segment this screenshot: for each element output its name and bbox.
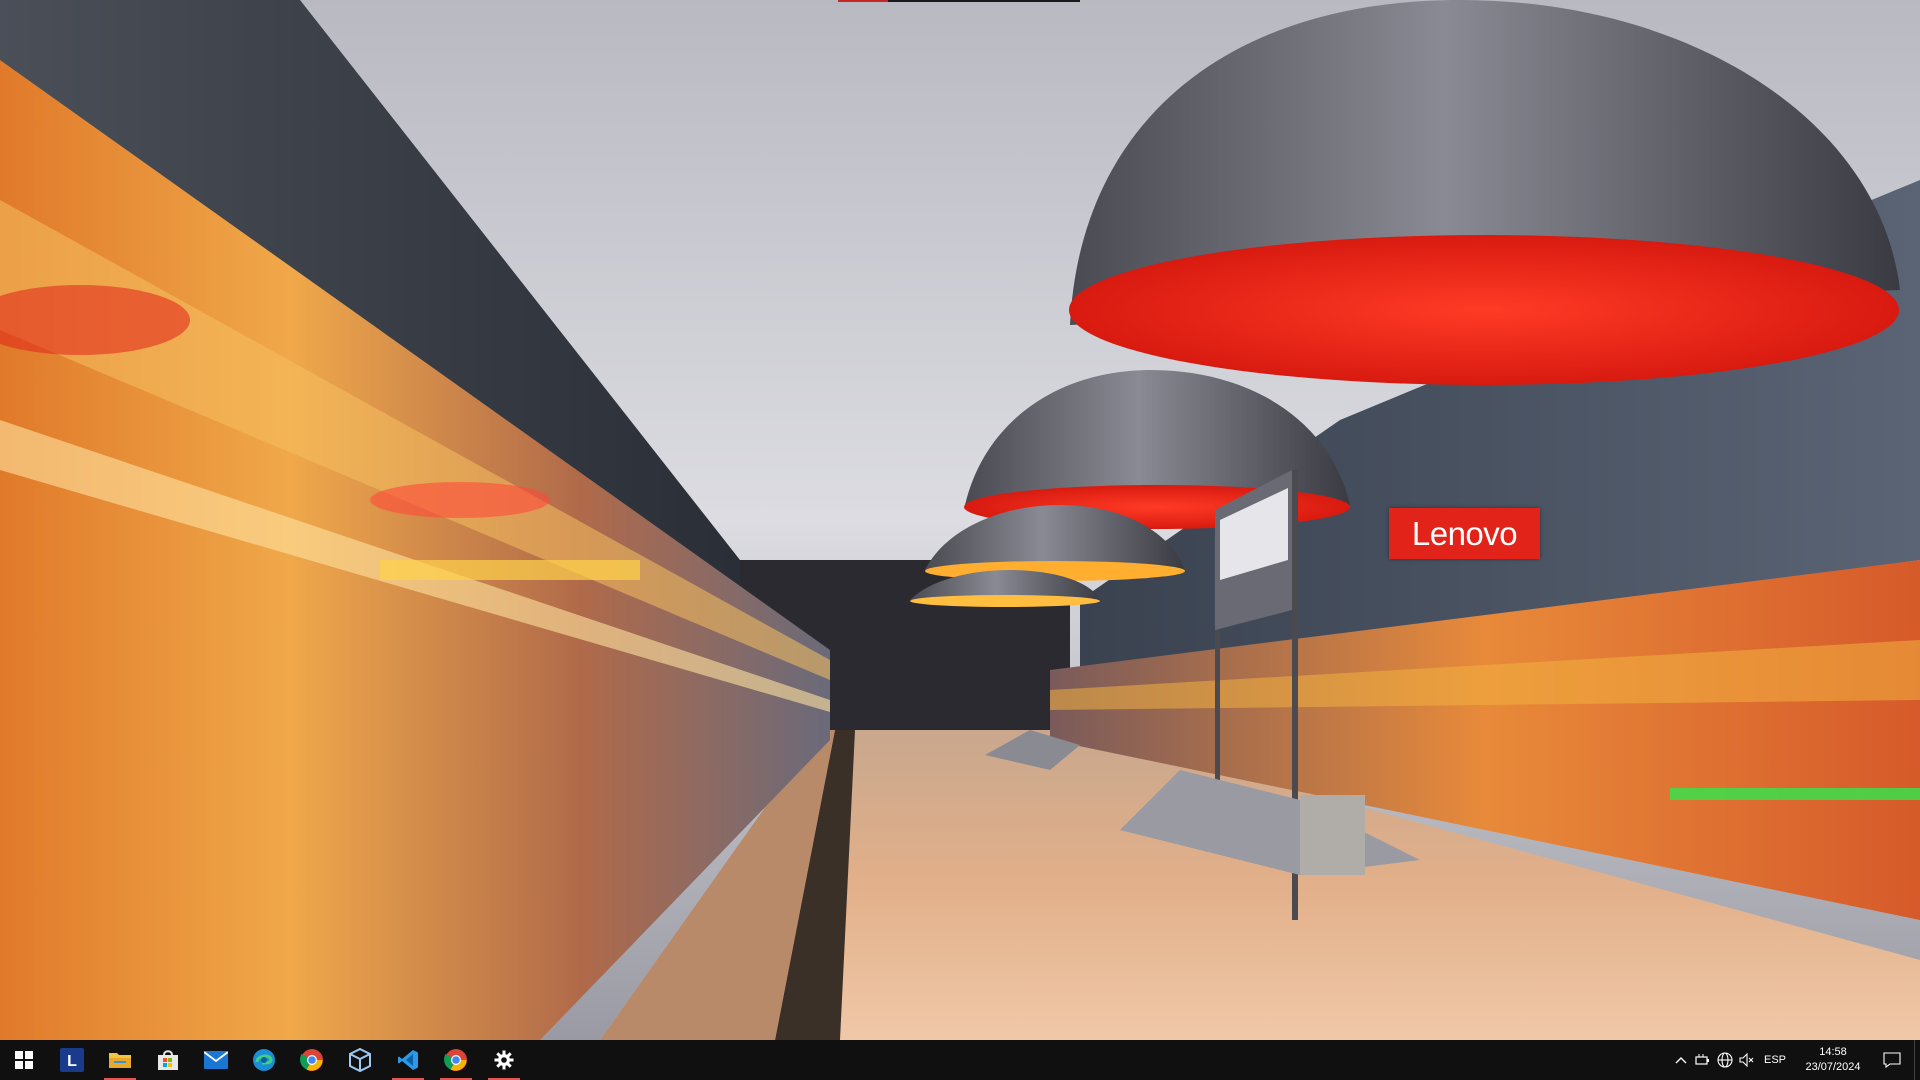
taskbar-app-vscode[interactable] — [384, 1040, 432, 1080]
system-tray: ESP 14:58 23/07/2024 — [1670, 1040, 1920, 1080]
mail-icon — [204, 1051, 228, 1069]
svg-text:L: L — [67, 1053, 77, 1070]
volume-tray-button[interactable] — [1736, 1040, 1758, 1080]
chevron-up-icon — [1675, 1057, 1687, 1064]
chrome-icon — [300, 1049, 323, 1071]
battery-plug-icon — [1695, 1054, 1709, 1065]
taskbar-clock[interactable]: 14:58 23/07/2024 — [1796, 1045, 1870, 1075]
lenovo-l-icon: L — [60, 1048, 84, 1072]
taskbar-app-edge[interactable] — [240, 1040, 288, 1080]
notification-icon — [1883, 1052, 1901, 1068]
edge-icon — [253, 1049, 275, 1071]
folder-icon — [109, 1053, 131, 1068]
start-button[interactable] — [0, 1040, 48, 1080]
globe-icon — [1717, 1052, 1733, 1068]
speaker-muted-icon — [1739, 1053, 1754, 1067]
top-drag-indicator — [838, 0, 1080, 2]
input-language-indicator[interactable]: ESP — [1758, 1054, 1796, 1066]
vscode-icon — [398, 1050, 418, 1070]
wallpaper-scene — [0, 0, 1920, 1040]
taskbar-app-chrome[interactable] — [288, 1040, 336, 1080]
taskbar-app-microsoft-store[interactable] — [144, 1040, 192, 1080]
taskbar-app-mail[interactable] — [192, 1040, 240, 1080]
taskbar: L ESP 14:58 23/07/2024 — [0, 1040, 1920, 1080]
taskbar-app-lenovo-vantage[interactable]: L — [48, 1040, 96, 1080]
taskbar-app-virtualbox[interactable] — [336, 1040, 384, 1080]
taskbar-app-settings[interactable] — [480, 1040, 528, 1080]
windows-logo-icon — [15, 1051, 33, 1069]
taskbar-app-file-explorer[interactable] — [96, 1040, 144, 1080]
lenovo-logo: Lenovo — [1389, 508, 1540, 559]
show-desktop-button[interactable] — [1914, 1040, 1920, 1080]
store-bag-icon — [158, 1050, 178, 1070]
chrome-icon — [444, 1049, 467, 1071]
desktop-wallpaper: Lenovo — [0, 0, 1920, 1040]
network-tray-button[interactable] — [1714, 1040, 1736, 1080]
taskbar-app-chrome-2[interactable] — [432, 1040, 480, 1080]
action-center-button[interactable] — [1870, 1040, 1914, 1080]
clock-date: 23/07/2024 — [1805, 1061, 1861, 1073]
clock-time: 14:58 — [1819, 1046, 1847, 1058]
gear-icon — [494, 1050, 514, 1070]
cube-icon — [349, 1048, 371, 1072]
show-hidden-icons-button[interactable] — [1670, 1040, 1692, 1080]
battery-tray-button[interactable] — [1692, 1040, 1714, 1080]
